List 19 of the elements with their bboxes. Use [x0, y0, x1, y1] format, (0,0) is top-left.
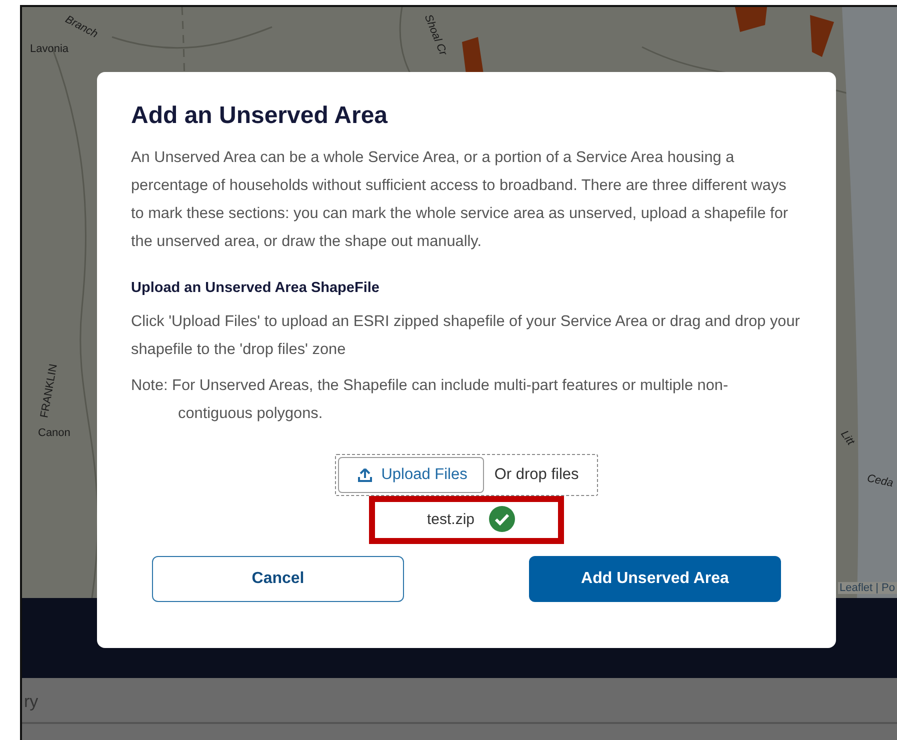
- map-label: Litt: [838, 428, 856, 448]
- upload-files-button[interactable]: Upload Files: [338, 457, 484, 493]
- footer-text: ry: [24, 692, 38, 712]
- add-unserved-area-button[interactable]: Add Unserved Area: [529, 556, 781, 602]
- dialog-title: Add an Unserved Area: [131, 102, 389, 130]
- section-title: Upload an Unserved Area ShapeFile: [131, 279, 380, 298]
- drop-zone[interactable]: Upload Files Or drop files: [335, 454, 598, 496]
- cancel-button[interactable]: Cancel: [152, 556, 404, 602]
- map-label: Lavonia: [30, 43, 69, 55]
- drop-files-text: Or drop files: [493, 466, 580, 484]
- file-name: test.zip: [427, 510, 475, 528]
- instructions-text: Click 'Upload Files' to upload an ESRI zipped shapefile of your Service Area or drag and drop your shapefile to the 'drop files' zone: [131, 312, 801, 360]
- map-label: Ceda: [866, 472, 894, 490]
- upload-icon: [357, 467, 374, 483]
- note-text: Note: For Unserved Areas, the Shapefile can include multi-part features or multiple non-contiguous polygons.: [131, 376, 730, 424]
- description-text: An Unserved Area can be a whole Service Area, or a portion of a Service Area housing a percentage of households without sufficient access to broadband. There are three different ways to mark these sections: you can mark the whole service area as unserved, upload a shapefile for the unserved area, or draw the shape out manually.: [131, 148, 790, 252]
- map-label: Canon: [38, 427, 70, 439]
- map-label: Shoal Cr: [422, 12, 449, 58]
- map-label: FRANKLIN: [38, 363, 60, 419]
